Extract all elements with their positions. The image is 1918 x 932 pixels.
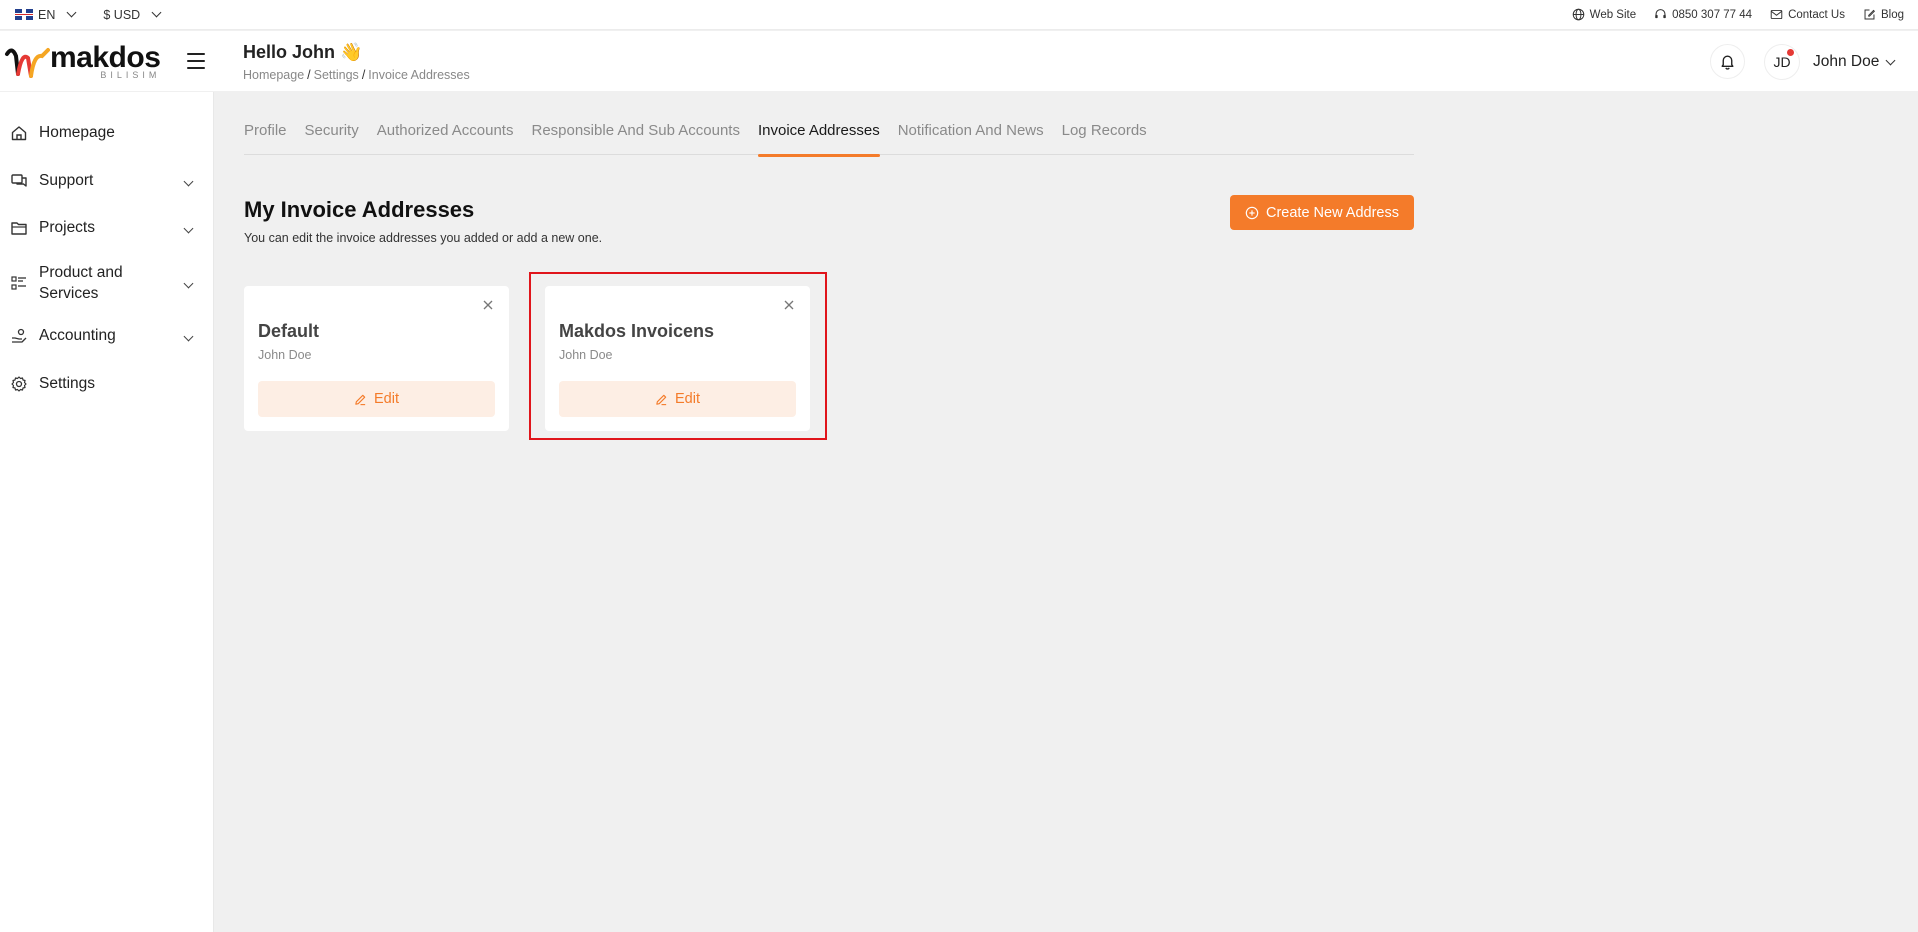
sidebar-item-homepage[interactable]: Homepage: [0, 121, 214, 145]
page-heading: Hello John 👋 Homepage / Settings / Invoice A…: [243, 42, 470, 82]
sidebar-item-support[interactable]: Support: [0, 169, 214, 193]
edit-button[interactable]: Edit: [258, 381, 495, 417]
sidebar-item-settings[interactable]: Settings: [0, 372, 214, 396]
pencil-icon: [355, 394, 366, 405]
blog-link[interactable]: Blog: [1863, 8, 1904, 21]
currency-selector[interactable]: $ USD: [103, 8, 164, 22]
folder-icon: [11, 222, 27, 235]
settings-tabs: Profile Security Authorized Accounts Res…: [244, 92, 1414, 157]
website-link[interactable]: Web Site: [1572, 8, 1636, 21]
breadcrumb-settings[interactable]: Settings: [314, 68, 359, 82]
uk-flag-icon: [15, 9, 33, 20]
create-new-address-button[interactable]: Create New Address: [1230, 195, 1414, 230]
chevron-down-icon: [183, 176, 194, 186]
chevron-down-icon: [66, 7, 77, 18]
breadcrumb: Homepage / Settings / Invoice Addresses: [243, 68, 470, 82]
breadcrumb-separator: /: [361, 68, 366, 82]
sidebar-item-label: Product and Services: [39, 264, 123, 302]
breadcrumb-current: Invoice Addresses: [368, 68, 470, 82]
chat-icon: [11, 174, 27, 187]
tab-invoice-addresses[interactable]: Invoice Addresses: [757, 92, 880, 157]
mail-icon: [1770, 9, 1783, 20]
card-subtitle: John Doe: [258, 348, 312, 362]
tab-authorized-accounts[interactable]: Authorized Accounts: [377, 92, 514, 155]
hand-coins-icon: [12, 328, 27, 343]
sidebar-item-projects[interactable]: Projects: [0, 216, 214, 240]
chevron-down-icon: [151, 7, 162, 18]
tab-log-records[interactable]: Log Records: [1062, 92, 1147, 155]
top-utility-bar: EN $ USD Web Site 0850 307 77 44 Contact…: [0, 0, 1918, 30]
makdos-logo[interactable]: makdos BILISIM: [4, 41, 161, 80]
tab-responsible-sub-accounts[interactable]: Responsible And Sub Accounts: [531, 92, 739, 155]
card-title: Default: [258, 321, 320, 341]
currency-label: $ USD: [103, 7, 141, 22]
user-name-label: John Doe: [1813, 53, 1880, 70]
phone-label: 0850 307 77 44: [1672, 8, 1753, 21]
notifications-button[interactable]: [1710, 44, 1745, 79]
phone-link[interactable]: 0850 307 77 44: [1654, 8, 1752, 21]
logo-wordmark: makdos: [50, 41, 161, 74]
address-card: Default John Doe Edit: [244, 286, 509, 431]
language-label: EN: [38, 7, 56, 22]
logo-mark-icon: [5, 48, 50, 78]
sidebar-item-label: Projects: [39, 219, 95, 236]
top-links: Web Site 0850 307 77 44 Contact Us Blog: [1572, 8, 1904, 21]
sidebar-item-label: Homepage: [39, 124, 115, 141]
avatar-initials: JD: [1773, 54, 1791, 70]
chevron-down-icon: [183, 278, 194, 288]
tab-notification-news[interactable]: Notification And News: [898, 92, 1044, 155]
list-icon: [11, 276, 26, 290]
chevron-down-icon: [1885, 55, 1896, 65]
breadcrumb-homepage[interactable]: Homepage: [243, 68, 304, 82]
section-title: My Invoice Addresses: [244, 197, 475, 222]
breadcrumb-separator: /: [307, 68, 311, 82]
close-icon[interactable]: [481, 298, 495, 312]
contact-label: Contact Us: [1788, 8, 1845, 21]
chevron-down-icon: [183, 223, 194, 233]
sidebar-item-label: Settings: [39, 375, 96, 392]
create-button-label: Create New Address: [1266, 204, 1399, 221]
blog-label: Blog: [1880, 8, 1904, 21]
edit-square-icon: [1864, 9, 1875, 20]
plus-circle-icon: [1245, 206, 1259, 219]
sidebar-item-label: Support: [39, 172, 94, 189]
tab-security[interactable]: Security: [305, 92, 359, 155]
edit-label: Edit: [374, 391, 399, 407]
bell-icon: [1721, 55, 1734, 70]
menu-toggle-icon[interactable]: [187, 53, 205, 69]
locale-selectors: EN $ USD: [15, 8, 164, 22]
website-label: Web Site: [1589, 8, 1637, 21]
globe-icon: [1572, 8, 1584, 21]
language-selector[interactable]: EN: [15, 8, 79, 22]
section-description: You can edit the invoice addresses you a…: [244, 231, 603, 245]
sidebar: Homepage Support Projects Product and Se…: [0, 92, 214, 932]
greeting-title: Hello John 👋: [243, 42, 363, 62]
user-menu[interactable]: John Doe: [1813, 53, 1898, 71]
chevron-down-icon: [183, 331, 194, 341]
sidebar-item-product-services[interactable]: Product and Services: [0, 261, 214, 305]
sidebar-item-accounting[interactable]: Accounting: [0, 324, 214, 348]
home-icon: [11, 126, 27, 141]
gear-icon: [11, 376, 27, 392]
tab-profile[interactable]: Profile: [244, 92, 287, 155]
highlight-box: [529, 272, 827, 440]
contact-link[interactable]: Contact Us: [1770, 8, 1845, 21]
sidebar-item-label: Accounting: [39, 327, 116, 344]
avatar[interactable]: JD: [1764, 44, 1800, 80]
headset-icon: [1655, 9, 1666, 19]
header: makdos BILISIM Hello John 👋 Homepage / Set…: [0, 31, 1918, 91]
online-status-dot: [1787, 49, 1794, 56]
